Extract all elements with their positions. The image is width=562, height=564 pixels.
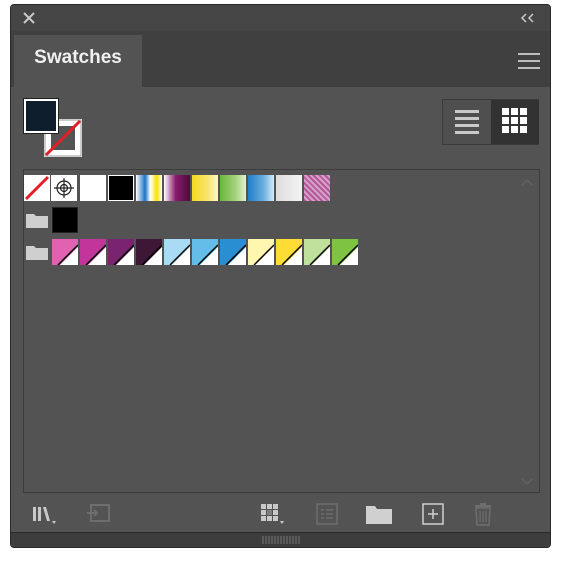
swatch-process-plum[interactable] xyxy=(108,239,134,265)
tab-bar: Swatches xyxy=(11,31,550,87)
swatches-panel: Swatches xyxy=(10,4,551,548)
swatch-registration[interactable] xyxy=(51,175,77,201)
swatch-options-icon xyxy=(316,503,338,525)
swatch-process-pink[interactable] xyxy=(52,239,78,265)
swatch-gradient-yellow[interactable] xyxy=(192,175,218,201)
fill-swatch[interactable] xyxy=(23,98,59,134)
close-icon[interactable] xyxy=(21,10,37,26)
fill-stroke-indicator xyxy=(23,98,84,159)
swatch-list xyxy=(23,169,540,493)
place-swatch-icon xyxy=(87,504,110,522)
swatch-process-light-blue[interactable] xyxy=(164,239,190,265)
swatch-process-light-green[interactable] xyxy=(304,239,330,265)
panel-menu-icon[interactable] xyxy=(518,53,540,69)
bottom-toolbar xyxy=(11,495,550,535)
color-group-folder-icon[interactable] xyxy=(25,210,49,230)
swatch-black[interactable] xyxy=(108,175,134,201)
scroll-down-icon[interactable] xyxy=(521,478,533,486)
swatch-process-sky-blue[interactable] xyxy=(192,239,218,265)
swatch-gradient-transparent[interactable] xyxy=(276,175,302,201)
swatch-process-pale-yellow[interactable] xyxy=(248,239,274,265)
swatch-none[interactable] xyxy=(24,175,50,201)
swatch-group-black[interactable] xyxy=(52,207,78,233)
delete-swatch-trash-icon xyxy=(475,503,491,526)
swatch-gradient-magenta[interactable] xyxy=(164,175,190,201)
swatch-process-dark-plum[interactable] xyxy=(136,239,162,265)
collapse-chevrons-icon[interactable] xyxy=(518,10,538,26)
resize-grip[interactable] xyxy=(11,532,550,547)
show-swatch-kinds-menu-icon[interactable] xyxy=(259,501,287,527)
swatch-libraries-menu-icon[interactable] xyxy=(31,501,59,527)
swatch-gradient-blue[interactable] xyxy=(248,175,274,201)
grid-view-icon[interactable] xyxy=(491,100,539,144)
swatch-gradient-blue-yellow[interactable] xyxy=(136,175,162,201)
new-swatch-icon[interactable] xyxy=(419,501,447,527)
view-toggle xyxy=(442,99,539,145)
swatch-process-blue[interactable] xyxy=(220,239,246,265)
swatch-process-yellow[interactable] xyxy=(276,239,302,265)
list-view-icon[interactable] xyxy=(443,100,491,144)
scroll-up-icon[interactable] xyxy=(521,178,533,186)
swatch-pattern-pink[interactable] xyxy=(304,175,330,201)
new-color-group-folder-icon[interactable] xyxy=(365,501,393,527)
swatch-white[interactable] xyxy=(80,175,106,201)
swatch-process-magenta[interactable] xyxy=(80,239,106,265)
grip-lines-icon xyxy=(262,536,300,544)
color-group-folder-icon[interactable] xyxy=(25,242,49,262)
swatch-process-green[interactable] xyxy=(332,239,358,265)
tab-swatches[interactable]: Swatches xyxy=(14,35,142,87)
swatch-gradient-green[interactable] xyxy=(220,175,246,201)
panel-titlebar xyxy=(11,5,550,31)
